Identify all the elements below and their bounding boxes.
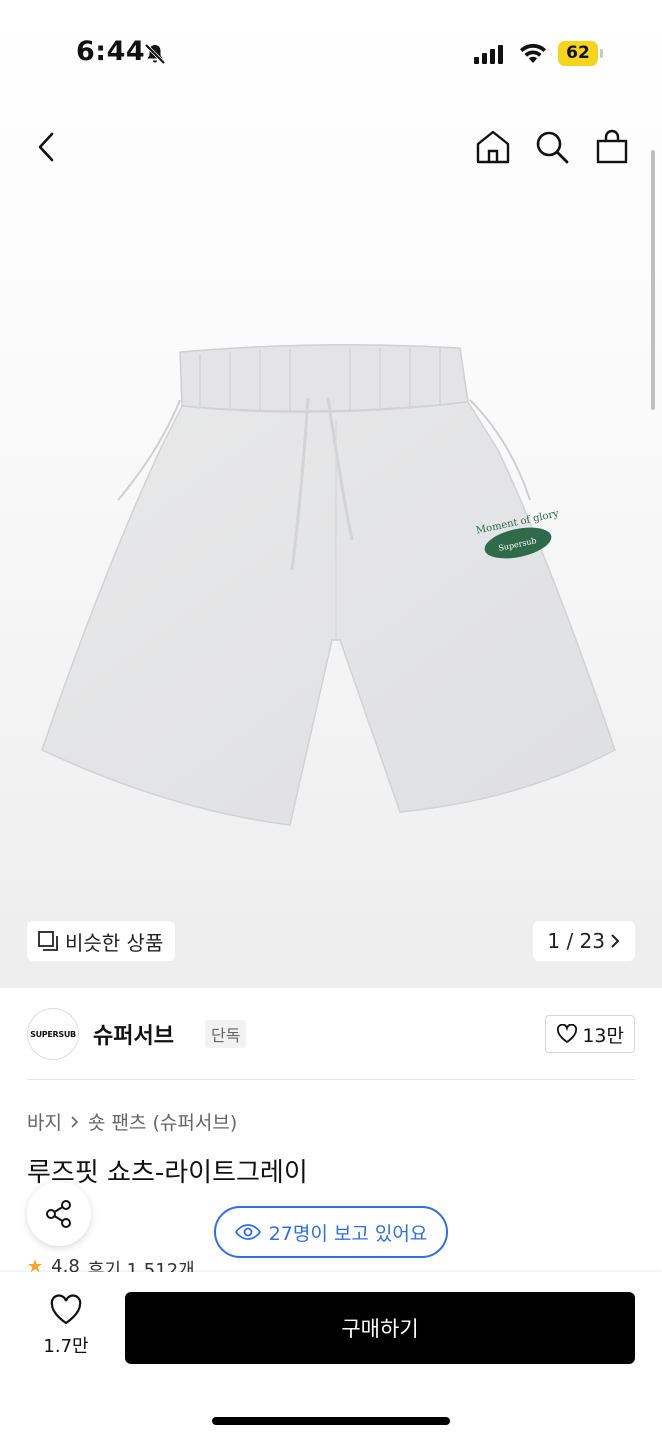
battery-icon: 62: [558, 41, 598, 66]
exclusive-badge: 단독: [205, 1020, 247, 1048]
back-arrow-icon[interactable]: [28, 128, 66, 166]
image-counter-label: 1 / 23: [547, 929, 605, 953]
search-icon[interactable]: [533, 128, 571, 166]
product-photo[interactable]: Moment of glory Supersub: [40, 340, 620, 840]
brand-logo[interactable]: SUPERSUB: [27, 1008, 79, 1060]
breadcrumb-category[interactable]: 바지: [27, 1108, 62, 1135]
eye-icon: [234, 1224, 261, 1240]
top-nav: [0, 110, 662, 180]
status-time: 6:44: [76, 36, 146, 67]
chevron-right-icon: [611, 934, 620, 948]
signal-icon: [474, 44, 503, 64]
bell-slash-icon: [144, 43, 166, 65]
heart-icon: [50, 1294, 82, 1325]
similar-products-button[interactable]: 비슷한 상품: [27, 921, 176, 961]
similar-products-label: 비슷한 상품: [65, 930, 164, 955]
viewers-label: 27명이 보고 있어요: [268, 1222, 428, 1245]
wishlist-button[interactable]: 1.7만: [40, 1294, 92, 1358]
image-counter[interactable]: 1 / 23: [533, 921, 635, 961]
heart-icon: [557, 1024, 578, 1044]
scrollbar[interactable]: [651, 150, 655, 410]
shopping-bag-icon[interactable]: [593, 128, 631, 166]
battery-cap: [600, 49, 603, 58]
breadcrumb-subcategory[interactable]: 숏 팬츠 (슈퍼서브): [88, 1108, 237, 1135]
home-indicator: [212, 1417, 450, 1425]
home-icon[interactable]: [474, 128, 512, 166]
wishlist-count: 1.7만: [43, 1336, 89, 1357]
bottom-bar: 1.7만 구매하기: [0, 1272, 662, 1440]
share-button[interactable]: [27, 1182, 91, 1246]
brand-like-button[interactable]: 13만: [545, 1015, 635, 1053]
buy-button[interactable]: 구매하기: [125, 1292, 635, 1364]
product-image-area[interactable]: 6:44 62 Moment of glory Supersub 비슷한 상품 …: [0, 0, 662, 988]
viewers-pill: 27명이 보고 있어요: [214, 1206, 448, 1258]
similar-icon: [38, 931, 58, 951]
status-bar: 6:44 62: [0, 0, 662, 100]
chevron-right-icon: [71, 1115, 79, 1128]
breadcrumb: 바지 숏 팬츠 (슈퍼서브): [27, 1108, 237, 1135]
brand-row: SUPERSUB 슈퍼서브 단독 13만: [0, 988, 662, 1080]
brand-like-count: 13만: [582, 1024, 624, 1047]
brand-name[interactable]: 슈퍼서브: [93, 1018, 174, 1050]
wifi-icon: [520, 43, 546, 63]
share-icon: [46, 1200, 71, 1228]
